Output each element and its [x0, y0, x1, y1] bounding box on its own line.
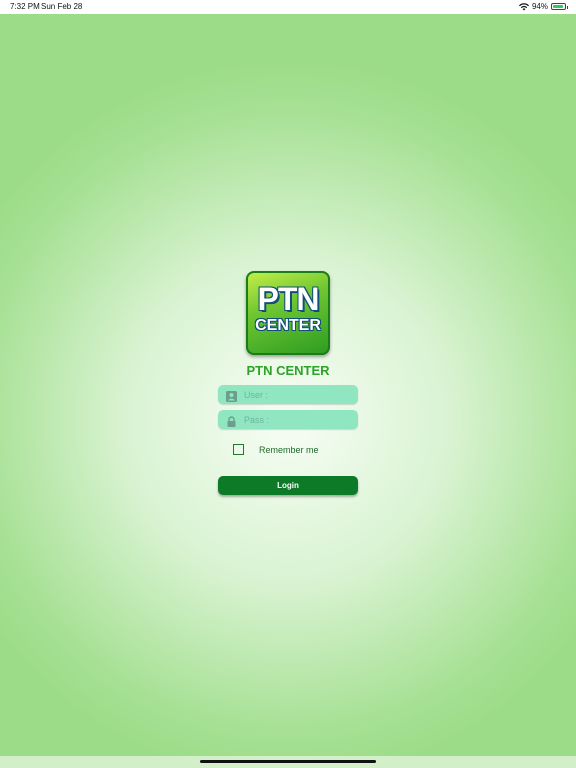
user-field[interactable]: [218, 385, 358, 404]
remember-me-row[interactable]: Remember me: [233, 444, 319, 455]
battery-icon: [551, 3, 568, 10]
logo-text-center: CENTER: [255, 317, 321, 334]
lock-icon: [226, 414, 237, 427]
user-input[interactable]: [244, 385, 352, 404]
wifi-icon: [518, 2, 529, 11]
login-button[interactable]: Login: [218, 476, 358, 495]
pass-input[interactable]: [244, 410, 352, 429]
status-date: Sun Feb 28: [41, 2, 83, 11]
remember-me-checkbox[interactable]: [233, 444, 244, 455]
battery-level: [553, 5, 563, 8]
login-screen: 7:32 PM Sun Feb 28 94% PTN CENTER PTN CE…: [0, 0, 576, 768]
user-icon: [226, 389, 237, 402]
home-indicator[interactable]: [200, 760, 376, 763]
status-indicators: 94%: [518, 2, 568, 11]
status-bar: 7:32 PM Sun Feb 28 94%: [0, 0, 576, 14]
app-logo: PTN CENTER: [246, 271, 330, 355]
remember-me-label[interactable]: Remember me: [259, 445, 319, 455]
logo-text-ptn: PTN: [257, 281, 320, 317]
pass-field[interactable]: [218, 410, 358, 429]
app-title: PTN CENTER: [246, 363, 330, 378]
battery-percent: 94%: [531, 2, 548, 11]
status-time: 7:32 PM: [10, 2, 40, 11]
